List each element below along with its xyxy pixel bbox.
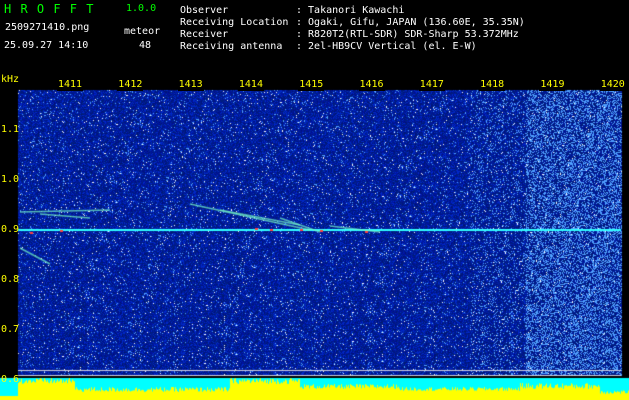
x-tick-label: 1413 bbox=[177, 79, 204, 91]
x-tick-label: 1420 bbox=[599, 79, 626, 91]
file-name: 2509271410.png bbox=[5, 22, 90, 33]
y-tick-label: 0.7 bbox=[1, 324, 20, 335]
location-value: : Ogaki, Gifu, JAPAN (136.60E, 35.35N) bbox=[296, 17, 525, 28]
observer-label: Observer bbox=[180, 5, 229, 16]
mode-label: meteor bbox=[124, 26, 161, 37]
capture-datetime: 25.09.27 14:10 bbox=[4, 40, 89, 51]
y-tick-label: 0.9 bbox=[1, 224, 20, 235]
antenna-label: Receiving antenna bbox=[180, 41, 283, 52]
location-label: Receiving Location bbox=[180, 17, 289, 28]
x-tick-label: 1415 bbox=[298, 79, 325, 91]
app-title: H R O F F T bbox=[4, 2, 95, 16]
x-tick-label: 1419 bbox=[539, 79, 566, 91]
y-tick-label: 1.1 bbox=[1, 124, 20, 135]
y-tick-label: 0.6 bbox=[1, 374, 20, 385]
x-tick-label: 1414 bbox=[237, 79, 264, 91]
y-tick-label: 0.8 bbox=[1, 274, 20, 285]
spectrogram-canvas bbox=[0, 74, 629, 400]
x-tick-label: 1417 bbox=[418, 79, 445, 91]
x-tick-label: 1416 bbox=[358, 79, 385, 91]
observer-value: : Takanori Kawachi bbox=[296, 5, 405, 16]
antenna-value: : 2el-HB9CV Vertical (el. E-W) bbox=[296, 41, 477, 52]
x-tick-label: 1411 bbox=[57, 79, 84, 91]
y-tick-label: 1.0 bbox=[1, 174, 20, 185]
x-tick-label: 1412 bbox=[117, 79, 144, 91]
y-axis-unit-label: kHz bbox=[1, 74, 20, 85]
receiver-value: : R820T2(RTL-SDR) SDR-Sharp 53.372MHz bbox=[296, 29, 519, 40]
x-tick-label: 1418 bbox=[479, 79, 506, 91]
app-version: 1.0.0 bbox=[126, 3, 157, 14]
header-panel: H R O F F T 1.0.0 2509271410.png 25.09.2… bbox=[0, 0, 629, 74]
meteor-count: 48 bbox=[139, 40, 152, 51]
receiver-label: Receiver bbox=[180, 29, 229, 40]
